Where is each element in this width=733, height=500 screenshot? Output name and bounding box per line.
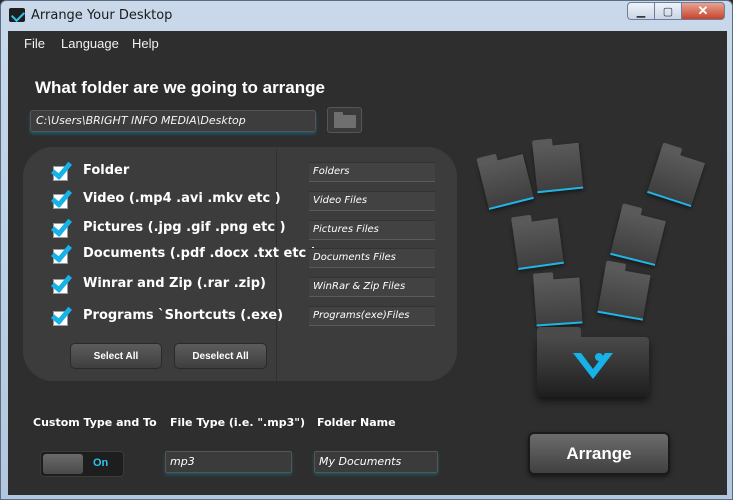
folder-name-label: Folder Name xyxy=(317,416,396,429)
app-client-area: File Language Help What folder are we go… xyxy=(8,31,727,495)
menu-language[interactable]: Language xyxy=(61,36,119,51)
flying-folder-icon xyxy=(512,218,564,270)
pictures-checkbox[interactable] xyxy=(50,214,73,239)
file-type-label: File Type (i.e. ".mp3") xyxy=(170,416,305,429)
app-logo-icon xyxy=(9,8,25,22)
option-label: Pictures (.jpg .gif .png etc ) xyxy=(83,220,286,235)
window-controls: ▁ ▢ ✕ xyxy=(627,2,725,20)
option-label: Winrar and Zip (.rar .zip) xyxy=(83,276,266,291)
folder-path-input[interactable]: C:\Users\BRIGHT INFO MEDIA\Desktop xyxy=(30,110,316,132)
arrange-button[interactable]: Arrange xyxy=(528,432,670,475)
title-bar[interactable]: Arrange Your Desktop ▁ ▢ ✕ xyxy=(1,1,732,31)
destination-folder-icon xyxy=(537,327,649,397)
target-folder-documents[interactable]: Documents Files xyxy=(309,248,435,268)
target-folder-programs[interactable]: Programs(exe)Files xyxy=(309,306,435,326)
winrar-zip-checkbox[interactable] xyxy=(50,270,73,295)
deselect-all-button[interactable]: Deselect All xyxy=(174,343,267,369)
custom-type-label: Custom Type and To xyxy=(33,416,157,429)
documents-checkbox[interactable] xyxy=(50,240,73,265)
app-window: Arrange Your Desktop ▁ ▢ ✕ File Language… xyxy=(0,0,733,500)
folder-icon xyxy=(334,112,356,128)
option-label: Documents (.pdf .docx .txt etc ) xyxy=(83,246,317,261)
hero-graphic xyxy=(471,141,721,411)
video-checkbox[interactable] xyxy=(50,185,73,210)
option-label: Folder xyxy=(83,163,130,178)
close-icon: ✕ xyxy=(697,3,709,18)
custom-toggle[interactable]: On xyxy=(40,451,124,477)
maximize-icon: ▢ xyxy=(662,5,674,18)
flying-folder-icon xyxy=(532,142,584,194)
flying-folder-icon xyxy=(597,267,651,321)
programs-checkbox[interactable] xyxy=(50,302,73,327)
option-label: Video (.mp4 .avi .mkv etc ) xyxy=(83,191,281,206)
target-folder-folders[interactable]: Folders xyxy=(309,162,435,182)
target-folder-video[interactable]: Video Files xyxy=(309,191,435,211)
close-button[interactable]: ✕ xyxy=(681,2,725,20)
browse-folder-button[interactable] xyxy=(327,107,362,133)
flying-folder-icon xyxy=(647,149,705,207)
maximize-button[interactable]: ▢ xyxy=(654,2,681,20)
toggle-knob[interactable] xyxy=(43,454,83,474)
select-all-button[interactable]: Select All xyxy=(70,343,162,369)
menu-bar: File Language Help xyxy=(8,31,727,55)
folder-checkbox[interactable] xyxy=(50,157,73,182)
menu-help[interactable]: Help xyxy=(132,36,159,51)
folder-name-input[interactable]: My Documents xyxy=(314,451,438,473)
flying-folder-icon xyxy=(533,277,583,327)
toggle-state: On xyxy=(93,457,109,469)
option-label: Programs `Shortcuts (.exe) xyxy=(83,308,284,323)
window-title: Arrange Your Desktop xyxy=(31,8,173,23)
flying-folder-icon xyxy=(478,154,534,210)
minimize-button[interactable]: ▁ xyxy=(627,2,654,20)
logo-v-icon xyxy=(573,353,613,379)
options-divider xyxy=(276,149,277,381)
menu-file[interactable]: File xyxy=(24,36,45,51)
minimize-icon: ▁ xyxy=(636,5,646,18)
target-folder-winrar-zip[interactable]: WinRar & Zip Files xyxy=(309,277,435,297)
page-title: What folder are we going to arrange xyxy=(35,78,325,97)
file-type-input[interactable]: mp3 xyxy=(165,451,292,473)
flying-folder-icon xyxy=(610,210,666,266)
target-folder-pictures[interactable]: Pictures Files xyxy=(309,220,435,240)
